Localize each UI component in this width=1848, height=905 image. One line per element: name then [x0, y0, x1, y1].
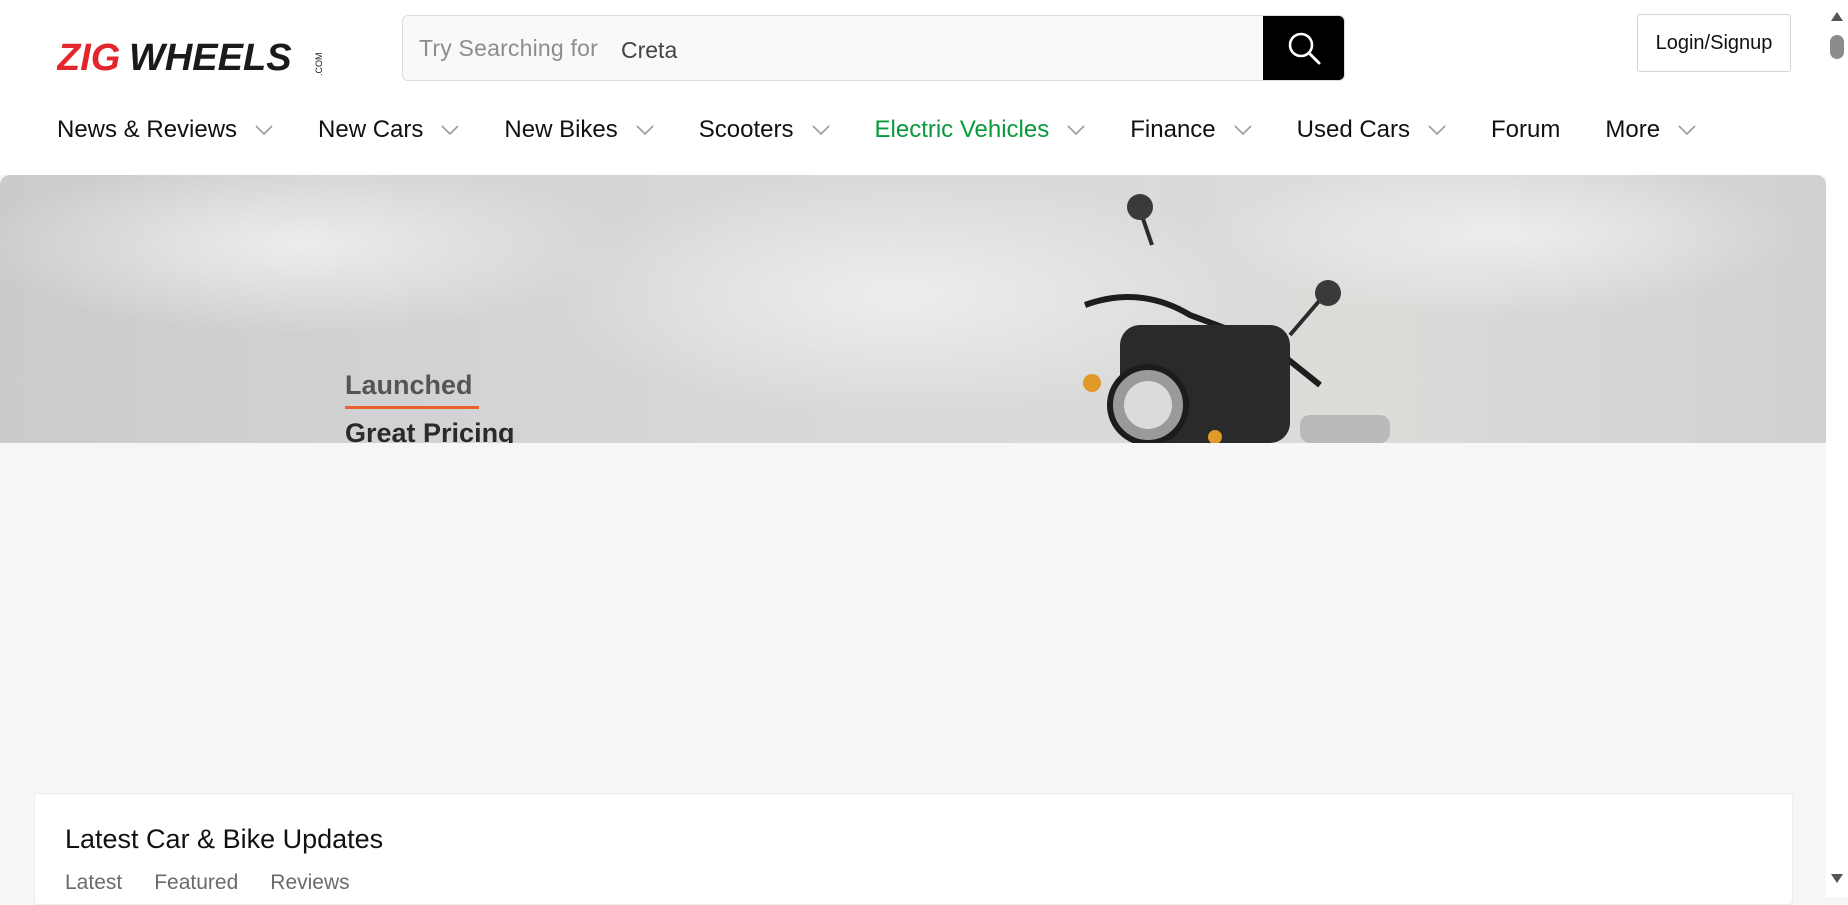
chevron-down-icon	[811, 125, 830, 135]
chevron-down-icon	[636, 125, 654, 135]
login-signup-button[interactable]: Login/Signup	[1637, 14, 1791, 72]
hero-pricing-text: Great Pricing	[345, 418, 515, 443]
chevron-down-icon	[441, 125, 459, 135]
hero-underline	[345, 406, 479, 409]
nav-item-label: More	[1605, 116, 1661, 143]
tab-reviews[interactable]: Reviews	[270, 871, 349, 895]
svg-text:WHEELS: WHEELS	[129, 37, 292, 79]
nav-item-label: Finance	[1130, 116, 1216, 143]
search-button[interactable]	[1263, 16, 1344, 80]
nav-item-used-cars[interactable]: Used Cars	[1297, 116, 1446, 144]
svg-text:ZIG: ZIG	[57, 37, 120, 79]
vertical-scrollbar[interactable]	[1826, 0, 1848, 897]
nav-item-new-bikes[interactable]: New Bikes	[504, 116, 654, 144]
site-header: ZIG WHEELS .COM Try Searching for Creta …	[0, 0, 1826, 175]
nav-item-forum[interactable]: Forum	[1491, 116, 1560, 144]
hero-background	[0, 175, 1826, 443]
nav-item-label: Scooters	[698, 116, 794, 143]
nav-item-label: New Cars	[318, 116, 424, 143]
nav-item-electric-vehicles[interactable]: Electric Vehicles	[875, 116, 1086, 144]
zigwheels-logo[interactable]: ZIG WHEELS .COM	[57, 32, 337, 80]
nav-item-more[interactable]: More	[1605, 116, 1696, 144]
tab-featured[interactable]: Featured	[154, 871, 238, 895]
latest-updates-card: Latest Car & Bike Updates Latest Feature…	[34, 793, 1793, 905]
nav-item-label: Used Cars	[1296, 116, 1411, 143]
nav-item-label: Electric Vehicles	[874, 116, 1050, 143]
search-box[interactable]: Try Searching for Creta	[402, 15, 1345, 81]
chevron-down-icon	[1428, 125, 1446, 135]
nav-item-scooters[interactable]: Scooters	[699, 116, 830, 144]
search-input[interactable]: Creta	[621, 37, 677, 64]
chevron-down-icon	[1234, 125, 1252, 135]
scroll-thumb[interactable]	[1830, 35, 1844, 59]
nav-item-label: Forum	[1491, 116, 1561, 143]
scroll-down-arrow-icon[interactable]	[1831, 874, 1843, 883]
nav-item-label: News & Reviews	[57, 116, 238, 143]
hero-banner[interactable]: Launched Great Pricing	[0, 175, 1826, 443]
search-placeholder: Try Searching for	[419, 35, 598, 61]
updates-tabs: Latest Featured Reviews	[65, 871, 382, 895]
chevron-down-icon	[1678, 125, 1696, 135]
scroll-up-arrow-icon[interactable]	[1831, 12, 1843, 21]
nav-item-new-cars[interactable]: New Cars	[318, 116, 459, 144]
tab-latest[interactable]: Latest	[65, 871, 122, 895]
nav-item-news-reviews[interactable]: News & Reviews	[57, 116, 273, 144]
nav-item-finance[interactable]: Finance	[1130, 116, 1252, 144]
hero-launched-text: Launched	[345, 370, 473, 400]
svg-text:.COM: .COM	[314, 53, 324, 77]
nav-item-label: New Bikes	[504, 116, 618, 143]
updates-title: Latest Car & Bike Updates	[65, 824, 384, 854]
search-icon	[1288, 32, 1321, 65]
chevron-down-icon	[1067, 125, 1085, 135]
chevron-down-icon	[255, 125, 273, 135]
main-nav: News & Reviews New Cars New Bikes Scoote…	[57, 110, 1741, 150]
